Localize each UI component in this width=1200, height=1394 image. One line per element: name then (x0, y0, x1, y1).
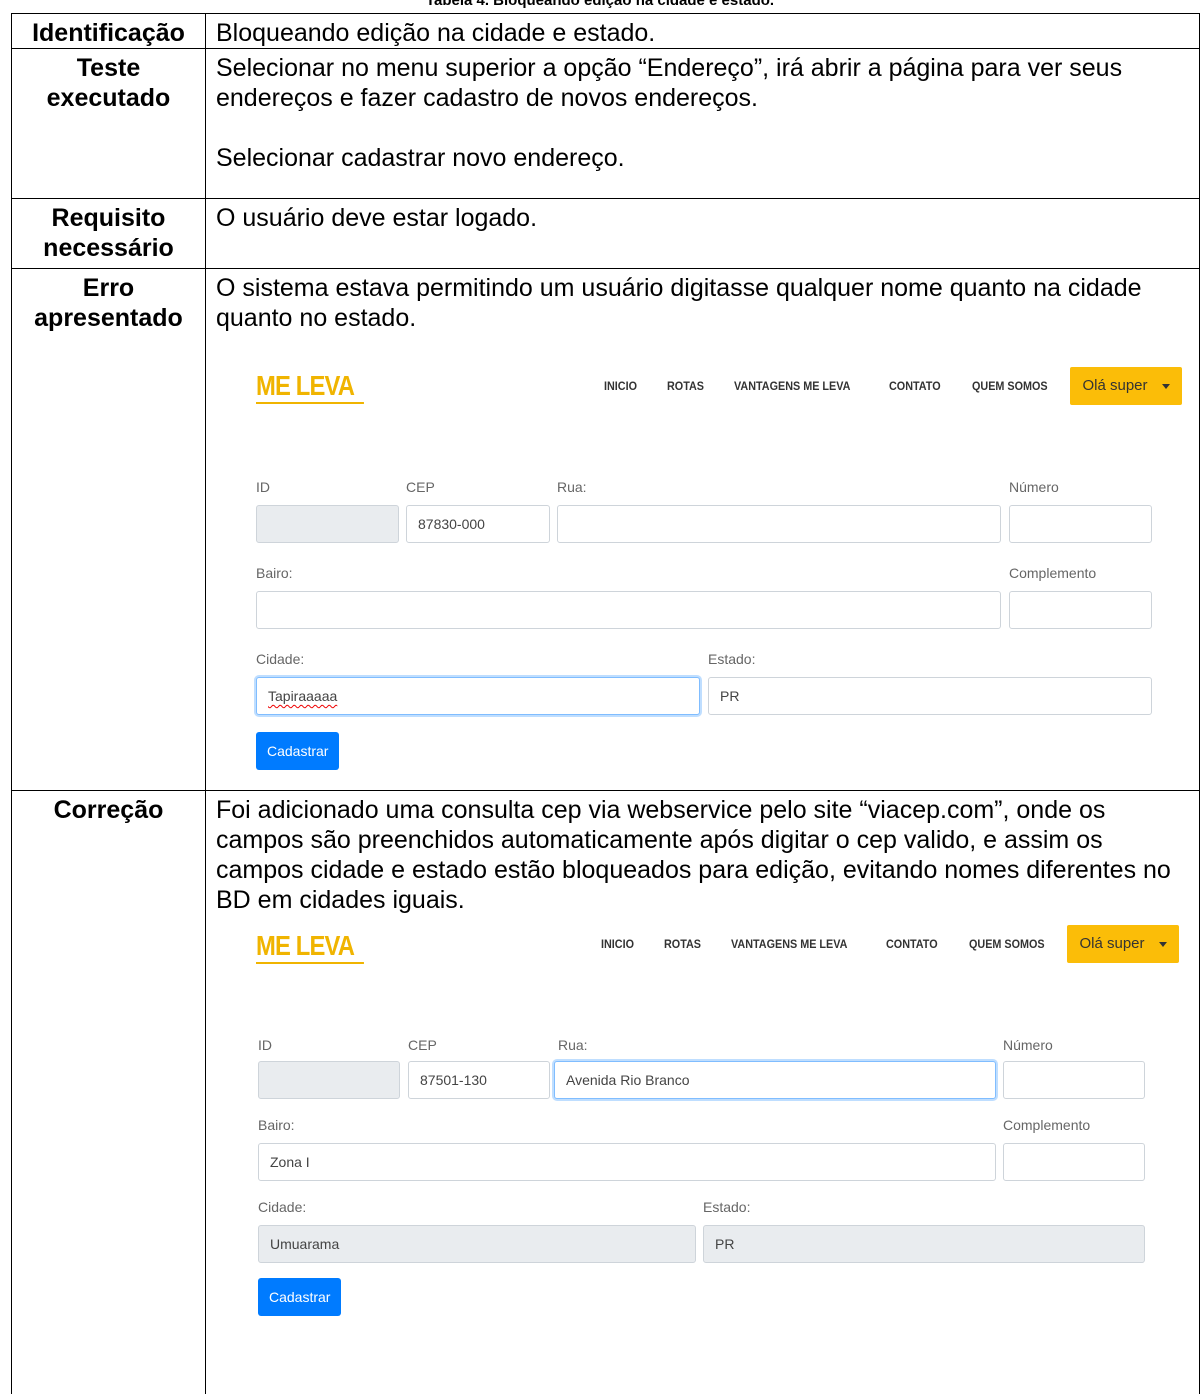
complemento-input[interactable] (1003, 1143, 1145, 1181)
teste-paragraph-2: Selecionar cadastrar novo endereço. (216, 144, 625, 172)
label-rua: Rua: (557, 479, 587, 495)
nav-quem-somos[interactable]: QUEM SOMOS (969, 929, 1045, 959)
nav-vantagens[interactable]: VANTAGENS ME LEVA (734, 371, 850, 401)
label-cidade: Cidade: (256, 651, 305, 667)
me-leva-logo: ME LEVA (256, 930, 365, 964)
user-menu-label: Olá super (1082, 377, 1148, 394)
row-content-erro: O sistema estava permitindo um usuário d… (205, 268, 1200, 791)
nav-inicio[interactable]: INICIO (604, 371, 637, 401)
cadastrar-button[interactable]: Cadastrar (258, 1278, 342, 1316)
top-nav: INICIO ROTAS VANTAGENS ME LEVA CONTATO Q… (604, 367, 1182, 405)
teste-paragraph-1: Selecionar no menu superior a opção “End… (216, 54, 1123, 112)
cadastrar-button[interactable]: Cadastrar (256, 732, 340, 770)
label-estado: Estado: (708, 651, 756, 667)
table-row: Correção Foi adicionado uma consulta cep… (11, 790, 1200, 1394)
nav-rotas[interactable]: ROTAS (667, 371, 704, 401)
me-leva-logo: ME LEVA (256, 370, 365, 404)
nav-inicio[interactable]: INICIO (601, 929, 634, 959)
nav-contato[interactable]: CONTATO (889, 371, 941, 401)
row-label-teste: Teste executado (11, 48, 206, 199)
row-label-correcao: Correção (11, 790, 206, 1394)
row-label-requisito: Requisito necessário (11, 198, 206, 269)
complemento-input[interactable] (1009, 591, 1152, 629)
label-numero: Número (1003, 1037, 1053, 1053)
screenshot-before: ME LEVA INICIO ROTAS VANTAGENS ME LEVA C… (216, 343, 1196, 773)
nav-vantagens[interactable]: VANTAGENS ME LEVA (731, 929, 847, 959)
label-id: ID (258, 1037, 272, 1053)
cep-input[interactable]: 87501-130 (408, 1061, 550, 1099)
erro-paragraph: O sistema estava permitindo um usuário d… (216, 274, 1142, 332)
row-content-teste: Selecionar no menu superior a opção “End… (205, 48, 1200, 199)
numero-input[interactable] (1003, 1061, 1145, 1099)
table-caption: Tabela 4. Bloqueando edição na cidade e … (425, 0, 775, 9)
numero-input[interactable] (1009, 505, 1152, 543)
label-cep: CEP (408, 1037, 437, 1053)
label-cidade: Cidade: (258, 1199, 307, 1215)
label-complemento: Complemento (1009, 565, 1097, 581)
row-content-requisito: O usuário deve estar logado. (205, 198, 1200, 269)
test-case-table: Identificação Bloqueando edição na cidad… (11, 13, 1200, 1394)
top-nav: INICIO ROTAS VANTAGENS ME LEVA CONTATO Q… (601, 925, 1179, 963)
cep-input[interactable]: 87830-000 (406, 505, 550, 543)
row-content-correcao: Foi adicionado uma consulta cep via webs… (205, 790, 1200, 1394)
correcao-paragraph: Foi adicionado uma consulta cep via webs… (216, 796, 1171, 914)
user-menu-button[interactable]: Olá super (1070, 367, 1182, 405)
label-estado: Estado: (703, 1199, 751, 1215)
id-input[interactable] (256, 505, 399, 543)
screenshot-after: ME LEVA INICIO ROTAS VANTAGENS ME LEVA C… (216, 917, 1196, 1387)
label-id: ID (256, 479, 270, 495)
label-complemento: Complemento (1003, 1117, 1091, 1133)
bairro-input[interactable]: Zona I (258, 1143, 996, 1181)
cidade-input[interactable]: Umuarama (258, 1225, 696, 1263)
label-numero: Número (1009, 479, 1059, 495)
label-bairro: Bairo: (256, 565, 293, 581)
nav-rotas[interactable]: ROTAS (664, 929, 701, 959)
row-content-identificacao: Bloqueando edição na cidade e estado. (205, 13, 1200, 49)
table-row: Teste executado Selecionar no menu super… (11, 48, 1200, 199)
rua-input[interactable] (557, 505, 1001, 543)
estado-input[interactable]: PR (708, 677, 1152, 715)
estado-input[interactable]: PR (703, 1225, 1145, 1263)
cidade-value: Tapiraaaaa (268, 688, 338, 704)
row-label-identificacao: Identificação (11, 13, 206, 49)
table-row: Identificação Bloqueando edição na cidad… (11, 13, 1200, 49)
label-cep: CEP (406, 479, 435, 495)
id-input[interactable] (258, 1061, 400, 1099)
chevron-down-icon (1161, 383, 1170, 389)
bairro-input[interactable] (256, 591, 1001, 629)
user-menu-label: Olá super (1079, 935, 1145, 952)
nav-quem-somos[interactable]: QUEM SOMOS (972, 371, 1048, 401)
table-row: Erro apresentado O sistema estava permit… (11, 268, 1200, 791)
table-row: Requisito necessário O usuário deve esta… (11, 198, 1200, 269)
row-label-erro: Erro apresentado (11, 268, 206, 791)
user-menu-button[interactable]: Olá super (1067, 925, 1179, 963)
label-bairro: Bairo: (258, 1117, 295, 1133)
chevron-down-icon (1158, 941, 1167, 947)
rua-input[interactable]: Avenida Rio Branco (554, 1061, 996, 1099)
label-rua: Rua: (558, 1037, 588, 1053)
cidade-input[interactable]: Tapiraaaaa (256, 677, 700, 715)
nav-contato[interactable]: CONTATO (886, 929, 938, 959)
